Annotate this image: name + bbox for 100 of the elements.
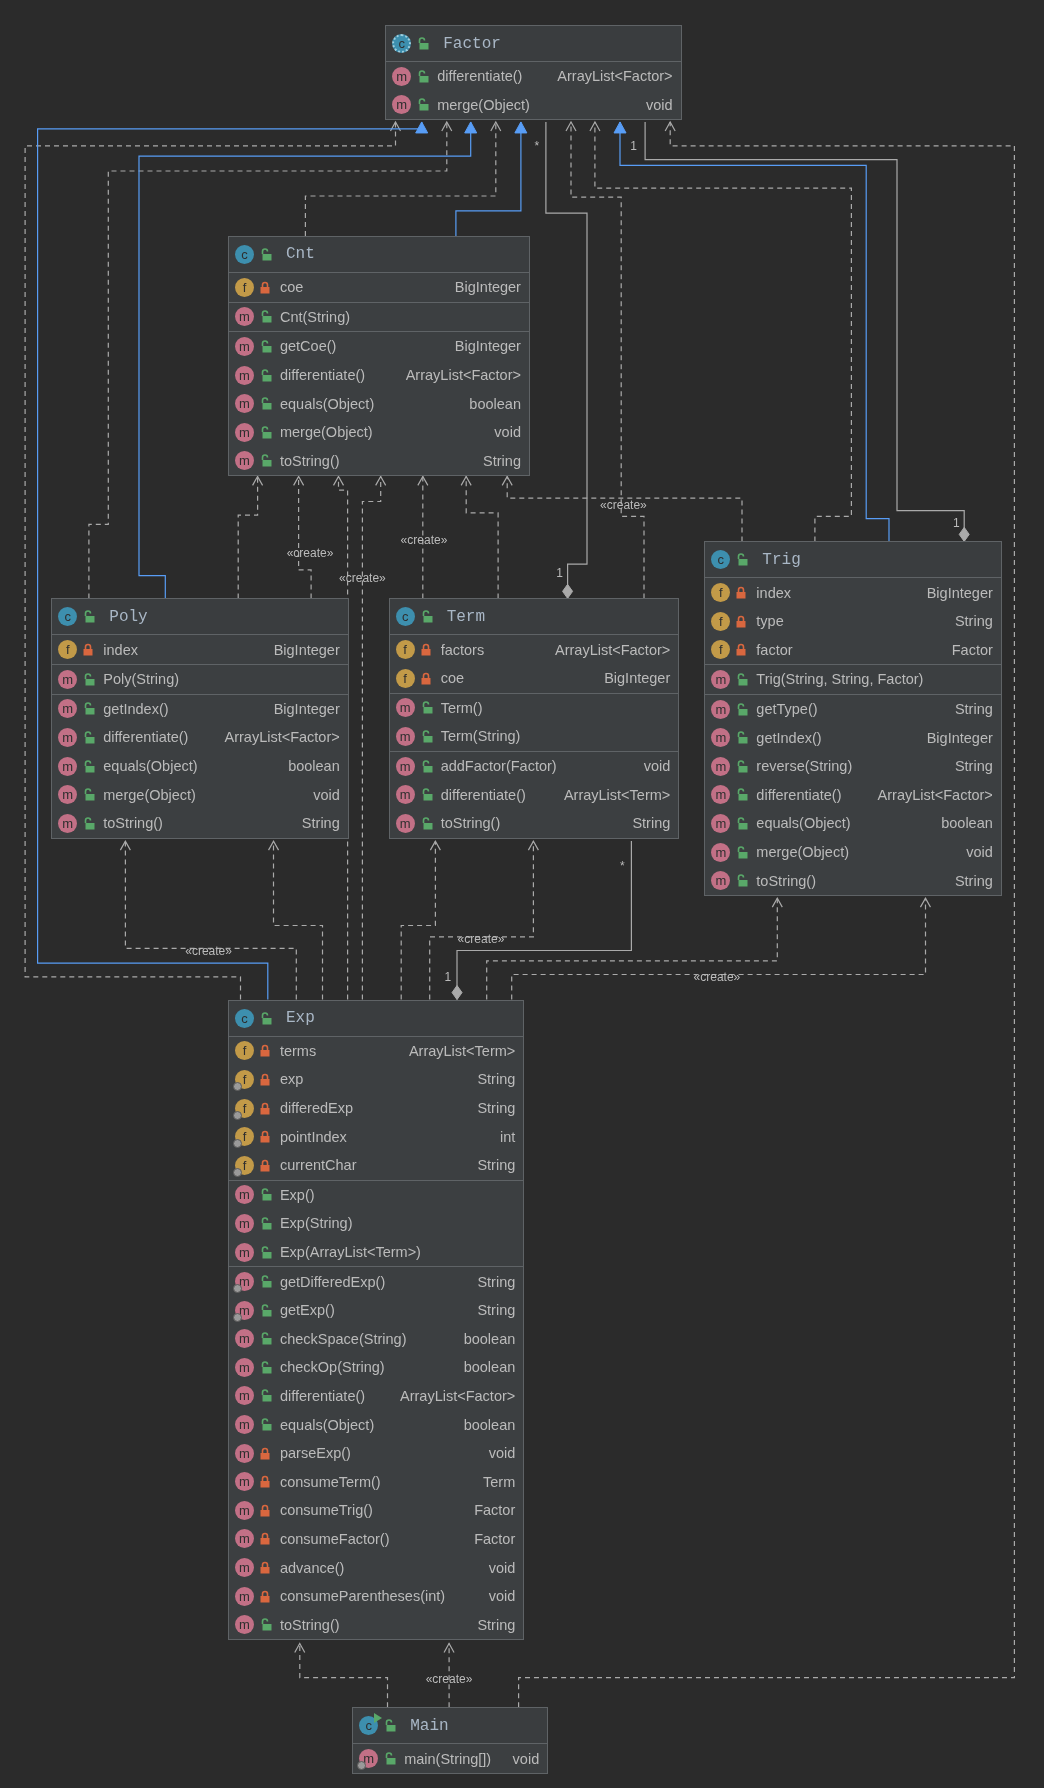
class-box[interactable]: c Factor m differentiate() ArrayList<Factor> m merge(Object) void	[385, 25, 682, 121]
class-name: Factor	[443, 34, 501, 53]
member-type: String	[632, 815, 671, 832]
member-signature: consumeParentheses(int)	[279, 1588, 447, 1605]
member-type: boolean	[288, 758, 340, 775]
member-type: void	[494, 424, 521, 441]
member-type: boolean	[463, 1330, 516, 1347]
class-icon: c	[395, 607, 415, 627]
field-icon: f	[711, 611, 731, 631]
member-signature: index	[756, 584, 792, 601]
member-type: void	[488, 1588, 516, 1605]
stereotype-label: «create»	[425, 1672, 473, 1685]
class-box[interactable]: c Term f factors ArrayList<Factor> f coe BigInteger m Term() m Term(String) m addFactor(Factor) void m differentiate() ArrayList<Term> m toString() String	[388, 598, 680, 839]
method-icon: m	[234, 1558, 254, 1578]
class-box[interactable]: c Poly f index BigInteger m Poly(String) m getIndex() BigInteger m differentiate() ArrayList<Factor> m equals(Object) boolean m merge(Object) void m toString() String	[51, 598, 349, 839]
field-icon: f	[234, 1127, 254, 1147]
member-signature: factors	[440, 641, 486, 658]
method-icon: m	[359, 1749, 379, 1769]
class-icon: c	[234, 244, 254, 264]
member-signature: main(String[])	[404, 1750, 493, 1767]
member-signature: reverse(String)	[756, 758, 854, 775]
member-signature: differentiate()	[440, 786, 527, 803]
member-type: void	[512, 1750, 540, 1767]
class-box[interactable]: c Main m main(String[]) void	[352, 1707, 549, 1774]
member-signature: getIndex()	[756, 729, 823, 746]
method-icon: m	[234, 1357, 254, 1377]
member-signature: getCoe()	[279, 338, 338, 355]
stereotype-label: «create»	[400, 534, 448, 547]
member-type: int	[499, 1128, 516, 1145]
member-type: ArrayList<Factor>	[224, 729, 340, 746]
member-signature: Cnt(String)	[279, 308, 352, 325]
method-icon: m	[234, 1213, 254, 1233]
class-icon: c	[234, 1008, 254, 1028]
member-signature: addFactor(Factor)	[440, 758, 558, 775]
field-icon: f	[395, 668, 415, 688]
member-signature: differentiate()	[279, 1387, 367, 1404]
field-icon: f	[395, 640, 415, 660]
method-icon: m	[58, 669, 78, 689]
member-signature: currentChar	[279, 1157, 358, 1174]
method-icon: m	[711, 871, 731, 891]
method-icon: m	[392, 66, 412, 86]
member-type: String	[954, 701, 993, 718]
class-icon: c	[711, 550, 731, 570]
member-type: Term	[483, 1473, 516, 1490]
member-type: String	[477, 1071, 516, 1088]
member-type: ArrayList<Factor>	[877, 786, 993, 803]
member-type: BigInteger	[926, 584, 993, 601]
method-icon: m	[234, 1272, 254, 1292]
member-type: String	[954, 613, 993, 630]
member-signature: merge(Object)	[437, 96, 531, 113]
member-type: Factor	[474, 1502, 516, 1519]
field-icon: f	[234, 1098, 254, 1118]
member-signature: merge(Object)	[279, 424, 374, 441]
class-box[interactable]: c Cnt f coe BigInteger m Cnt(String) m getCoe() BigInteger m differentiate() ArrayList<Factor> m equals(Object) boolean m merge(Object) void m toString() String	[227, 235, 530, 477]
class-icon: c	[392, 34, 412, 54]
member-signature: coe	[440, 670, 466, 687]
method-icon: m	[58, 756, 78, 776]
member-signature: Exp(String)	[279, 1215, 354, 1232]
method-icon: m	[395, 813, 415, 833]
method-icon: m	[395, 785, 415, 805]
class-box[interactable]	[704, 541, 1002, 896]
member-type: String	[477, 1273, 516, 1290]
class-name: Term	[446, 607, 486, 626]
member-signature: merge(Object)	[103, 786, 197, 803]
member-signature: equals(Object)	[756, 815, 852, 832]
method-icon: m	[234, 336, 254, 356]
member-type: BigInteger	[273, 700, 340, 717]
class-box[interactable]	[227, 999, 525, 1640]
member-type: boolean	[463, 1416, 516, 1433]
member-type: BigInteger	[604, 670, 671, 687]
member-signature: checkSpace(String)	[279, 1330, 408, 1347]
method-icon: m	[58, 699, 78, 719]
method-icon: m	[711, 756, 731, 776]
multiplicity-label: *	[619, 860, 625, 873]
member-signature: getType()	[756, 701, 819, 718]
method-icon: m	[58, 813, 78, 833]
member-type: BigInteger	[926, 729, 993, 746]
member-type: String	[477, 1100, 516, 1117]
method-icon: m	[392, 95, 412, 115]
member-signature: consumeTerm()	[279, 1473, 382, 1490]
class-name: Exp	[285, 1009, 315, 1028]
member-signature: consumeTrig()	[279, 1502, 374, 1519]
class-name: Main	[410, 1716, 449, 1735]
member-signature: getExp()	[279, 1302, 336, 1319]
member-type: void	[643, 758, 671, 775]
member-type: ArrayList<Factor>	[555, 641, 671, 658]
member-signature: consumeFactor()	[279, 1530, 391, 1547]
member-type: BigInteger	[273, 641, 340, 658]
member-signature: differentiate()	[437, 68, 524, 85]
field-icon: f	[711, 583, 731, 603]
class-name: Cnt	[285, 245, 315, 264]
method-icon: m	[395, 756, 415, 776]
multiplicity-label: *	[534, 139, 540, 152]
member-signature: differentiate()	[756, 786, 843, 803]
method-icon: m	[234, 422, 254, 442]
multiplicity-label: 1	[952, 517, 960, 530]
class-icon: c	[58, 607, 78, 627]
method-icon: m	[234, 1529, 254, 1549]
member-signature: differedExp	[279, 1100, 355, 1117]
member-signature: toString()	[279, 1616, 341, 1633]
